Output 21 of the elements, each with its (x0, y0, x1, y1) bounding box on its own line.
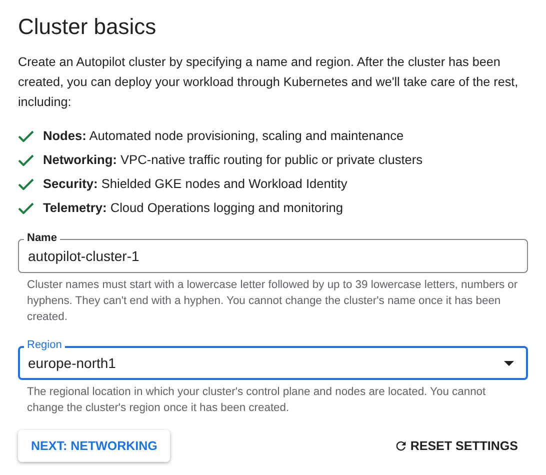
check-icon (18, 130, 34, 142)
region-dropdown[interactable]: Region europe-north1 (18, 339, 528, 380)
dropdown-value: europe-north1 (28, 355, 117, 371)
field-value: autopilot-cluster-1 (28, 248, 140, 264)
reset-button[interactable]: RESET SETTINGS (384, 430, 528, 462)
refresh-icon (394, 439, 408, 453)
help-text: Cluster names must start with a lowercase letter followed by up to 39 lowercase letters, numbers or hyphens. They can't end with a hyphen. You cannot change the cluster's name once it has been created. (27, 278, 519, 325)
feature-text: Security: Shielded GKE nodes and Workload Identity (43, 175, 348, 193)
feature-text: Networking: VPC-native traffic routing for public or private clusters (43, 151, 423, 169)
check-icon (18, 202, 34, 214)
feature-text: Nodes: Automated node provisioning, scaling and maintenance (43, 127, 404, 145)
text-field[interactable]: Name autopilot-cluster-1 (18, 232, 528, 273)
check-icon (18, 178, 34, 190)
caret-icon (504, 360, 514, 366)
field-label: Region (24, 339, 65, 352)
help-text: The regional location in which your cluster's control plane and nodes are located. You cannot change the cluster's region once it has been created. (27, 385, 487, 416)
intro-paragraph: Create an Autopilot cluster by specifying a name and region. After the cluster has been created, you can deploy your workload through Kubernetes and we'll take care of the rest, including: (18, 54, 520, 111)
check-icon (18, 154, 34, 166)
feature-text: Telemetry: Cloud Operations logging and monitoring (43, 199, 343, 217)
next-button[interactable]: NEXT: NETWORKING (18, 430, 170, 462)
page-title: Cluster basics (18, 14, 158, 40)
